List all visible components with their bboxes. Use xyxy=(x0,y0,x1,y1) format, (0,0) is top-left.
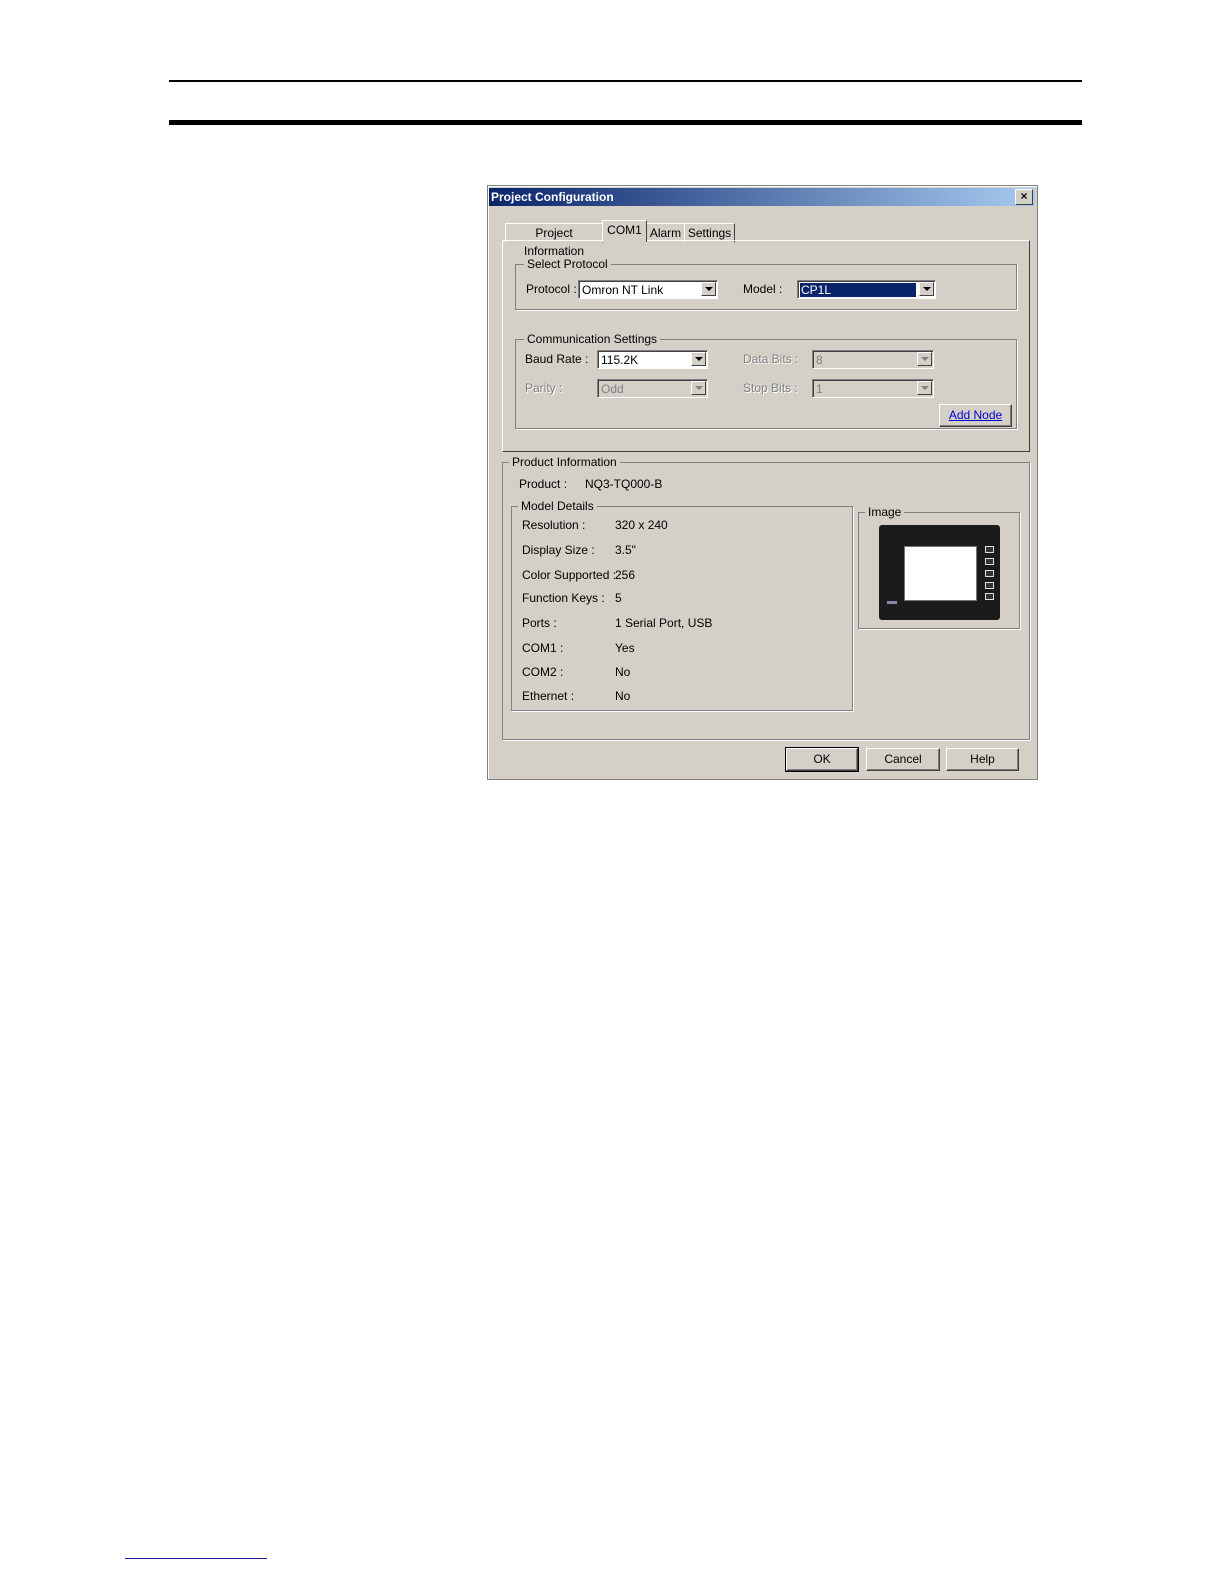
communication-settings-group: Communication Settings Baud Rate : 115.2… xyxy=(515,332,1017,429)
model-details-label: Model Details xyxy=(518,499,597,513)
stop-bits-select[interactable]: 1 xyxy=(812,379,934,398)
stop-bits-value: 1 xyxy=(816,382,823,396)
detail-value: 5 xyxy=(615,591,622,605)
chevron-down-icon xyxy=(691,381,706,395)
detail-value: 320 x 240 xyxy=(615,518,668,532)
detail-key: COM2 : xyxy=(522,665,564,679)
product-value: NQ3-TQ000-B xyxy=(585,477,663,491)
detail-value: 1 Serial Port, USB xyxy=(615,616,713,630)
image-label: Image xyxy=(865,505,905,519)
parity-value: Odd xyxy=(601,382,624,396)
select-protocol-label: Select Protocol xyxy=(524,257,611,271)
model-details-group: Model Details Resolution : 320 x 240 Dis… xyxy=(511,499,853,711)
select-protocol-group: Select Protocol Protocol : Omron NT Link… xyxy=(515,257,1017,310)
chevron-down-icon xyxy=(917,381,932,395)
detail-value: Yes xyxy=(615,641,635,655)
brand-logo xyxy=(887,601,897,604)
detail-value: No xyxy=(615,665,631,679)
function-key-icon xyxy=(985,546,994,553)
product-information-label: Product Information xyxy=(509,455,620,469)
function-key-icon xyxy=(985,558,994,565)
cancel-button[interactable]: Cancel xyxy=(866,748,940,771)
com1-tab-panel: Select Protocol Protocol : Omron NT Link… xyxy=(502,240,1030,452)
baud-rate-select[interactable]: 115.2K xyxy=(597,350,708,369)
detail-value: No xyxy=(615,689,631,703)
product-label: Product : xyxy=(519,477,568,491)
add-node-button[interactable]: Add Node xyxy=(939,404,1012,427)
function-key-icon xyxy=(985,570,994,577)
chevron-down-icon[interactable] xyxy=(691,352,706,366)
detail-key: COM1 : xyxy=(522,641,564,655)
ok-button[interactable]: OK xyxy=(785,747,859,772)
stop-bits-label: Stop Bits : xyxy=(743,381,798,395)
detail-key: Ethernet : xyxy=(522,689,575,703)
protocol-value: Omron NT Link xyxy=(582,283,664,297)
footer-link-underline xyxy=(125,1558,267,1559)
header-rule-thin xyxy=(169,80,1082,82)
add-node-label: Add Node xyxy=(948,408,1003,422)
hmi-screen xyxy=(904,546,977,601)
function-key-icon xyxy=(985,593,994,600)
detail-key: Resolution : xyxy=(522,518,586,532)
chevron-down-icon xyxy=(917,352,932,366)
model-label: Model : xyxy=(743,282,783,296)
help-button[interactable]: Help xyxy=(946,748,1019,771)
function-key-icon xyxy=(985,582,994,589)
dialog-title: Project Configuration xyxy=(491,190,614,204)
close-icon[interactable]: × xyxy=(1015,189,1033,205)
protocol-select[interactable]: Omron NT Link xyxy=(578,280,718,299)
image-group: Image xyxy=(858,505,1020,629)
detail-value: 3.5" xyxy=(615,543,636,557)
protocol-label: Protocol : xyxy=(526,282,577,296)
detail-key: Color Supported : xyxy=(522,568,617,582)
model-value: CP1L xyxy=(800,283,916,297)
hmi-device-image xyxy=(879,525,1000,620)
data-bits-label: Data Bits : xyxy=(743,352,799,366)
chevron-down-icon[interactable] xyxy=(701,282,716,296)
communication-settings-label: Communication Settings xyxy=(524,332,661,346)
data-bits-value: 8 xyxy=(816,353,823,367)
dialog-titlebar[interactable]: Project Configuration × xyxy=(489,188,1035,206)
chevron-down-icon[interactable] xyxy=(919,282,934,296)
model-select[interactable]: CP1L xyxy=(797,280,936,299)
detail-value: 256 xyxy=(615,568,636,582)
header-rule-thick xyxy=(169,120,1082,125)
tab-com1[interactable]: COM1 xyxy=(602,220,647,242)
product-information-group: Product Information Product : NQ3-TQ000-… xyxy=(502,455,1030,740)
detail-key: Display Size : xyxy=(522,543,595,557)
baud-rate-value: 115.2K xyxy=(601,353,639,367)
baud-rate-label: Baud Rate : xyxy=(525,352,589,366)
data-bits-select[interactable]: 8 xyxy=(812,350,934,369)
parity-select[interactable]: Odd xyxy=(597,379,708,398)
detail-key: Ports : xyxy=(522,616,557,630)
detail-key: Function Keys : xyxy=(522,591,605,605)
parity-label: Parity : xyxy=(525,381,563,395)
project-configuration-dialog: Project Configuration × Project Informat… xyxy=(487,185,1038,780)
